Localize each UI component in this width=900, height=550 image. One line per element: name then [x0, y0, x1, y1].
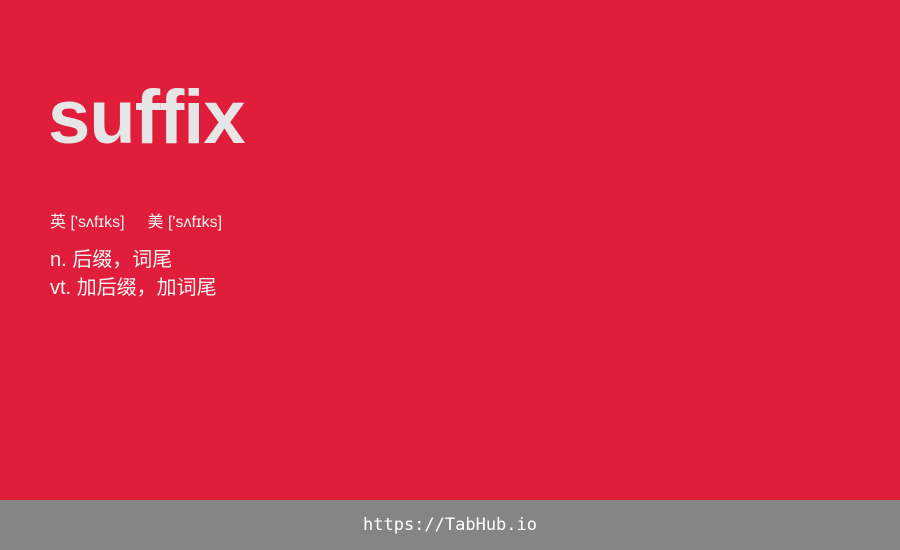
phonetic-uk-label: 英: [50, 214, 67, 231]
phonetic-us: ['sʌfɪks]: [167, 214, 223, 231]
phonetic-us-label: 美: [147, 214, 164, 231]
definition-row: n. 后缀，词尾: [50, 246, 217, 274]
definition-text: 加后缀，加词尾: [76, 277, 217, 299]
phonetics: 英 ['sʌfɪks] 美 ['sʌfɪks]: [50, 212, 222, 234]
part-of-speech: vt.: [50, 277, 72, 299]
definitions: n. 后缀，词尾 vt. 加后缀，加词尾: [50, 246, 217, 302]
part-of-speech: n.: [50, 249, 67, 271]
footer-bar: https://TabHub.io: [0, 500, 900, 550]
word-card: suffix 英 ['sʌfɪks] 美 ['sʌfɪks] n. 后缀，词尾 …: [0, 0, 900, 500]
tabhub-link[interactable]: https://TabHub.io: [363, 515, 537, 535]
definition-text: 后缀，词尾: [72, 249, 173, 271]
phonetic-uk: ['sʌfɪks]: [70, 214, 125, 231]
headword: suffix: [48, 75, 246, 160]
definition-row: vt. 加后缀，加词尾: [50, 274, 217, 302]
